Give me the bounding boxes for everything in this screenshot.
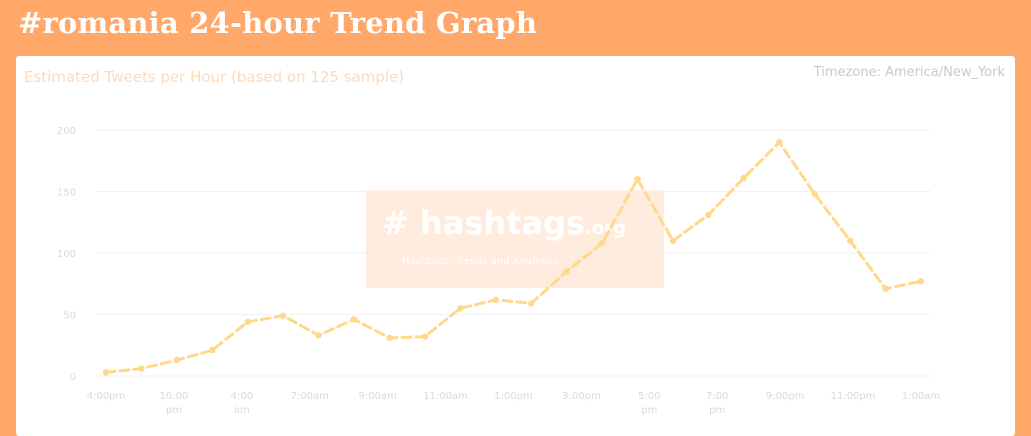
data-point [386, 334, 393, 342]
x-tick-label: 11:00am [423, 391, 468, 402]
y-tick-label: 0 [70, 372, 76, 383]
data-point [705, 211, 712, 219]
x-tick-label: pm [709, 405, 725, 416]
data-point [882, 285, 889, 292]
series-line [104, 140, 923, 374]
x-tick-label: pm [641, 405, 657, 416]
x-tick-label: 4:00pm [87, 391, 126, 402]
data-point [492, 296, 499, 303]
data-point [173, 356, 181, 364]
data-point [740, 174, 748, 182]
y-tick-label: 200 [57, 126, 76, 137]
data-point [315, 332, 322, 339]
data-point [421, 333, 429, 340]
data-point [634, 176, 641, 183]
data-point [846, 237, 854, 244]
data-point [138, 365, 145, 372]
x-tick-label: 9:00pm [766, 391, 805, 402]
data-point [279, 312, 287, 319]
x-tick-label: 11:00pm [831, 391, 876, 402]
y-tick-label: 50 [63, 311, 76, 322]
data-point [776, 139, 783, 146]
data-point [811, 190, 818, 198]
data-point [350, 316, 358, 323]
x-tick-label: 10:00 [160, 391, 189, 402]
data-point [917, 278, 925, 285]
data-point [669, 237, 677, 244]
x-tick-label: 5:00 [638, 391, 660, 402]
x-tick-label: 7:00 [706, 391, 728, 402]
x-tick-label: 4:00 [231, 391, 253, 402]
x-tick-label: 7:00am [291, 391, 329, 402]
x-tick-label: pm [166, 405, 182, 416]
y-tick-label: 150 [57, 188, 76, 199]
x-tick-label: 9:00am [359, 391, 397, 402]
data-point [528, 300, 535, 307]
data-point [598, 239, 606, 247]
data-point [244, 318, 251, 326]
chart-panel: Estimated Tweets per Hour (based on 125 … [16, 56, 1015, 436]
data-point [102, 369, 110, 376]
x-tick-label: 3:00pm [562, 391, 601, 402]
chart-title: #romania 24-hour Trend Graph [18, 6, 538, 40]
y-tick-label: 100 [57, 249, 76, 260]
x-tick-label: 1:00pm [494, 391, 533, 402]
trend-line-chart: 0 50 100 150 200 4:00pm 10:00 pm 4:00 am 7:00am 9:0… [57, 126, 940, 416]
data-point [457, 305, 464, 312]
data-point [563, 268, 570, 275]
x-tick-label: am [234, 405, 250, 416]
data-point [209, 346, 216, 354]
x-tick-label: 1:00am [902, 391, 940, 402]
